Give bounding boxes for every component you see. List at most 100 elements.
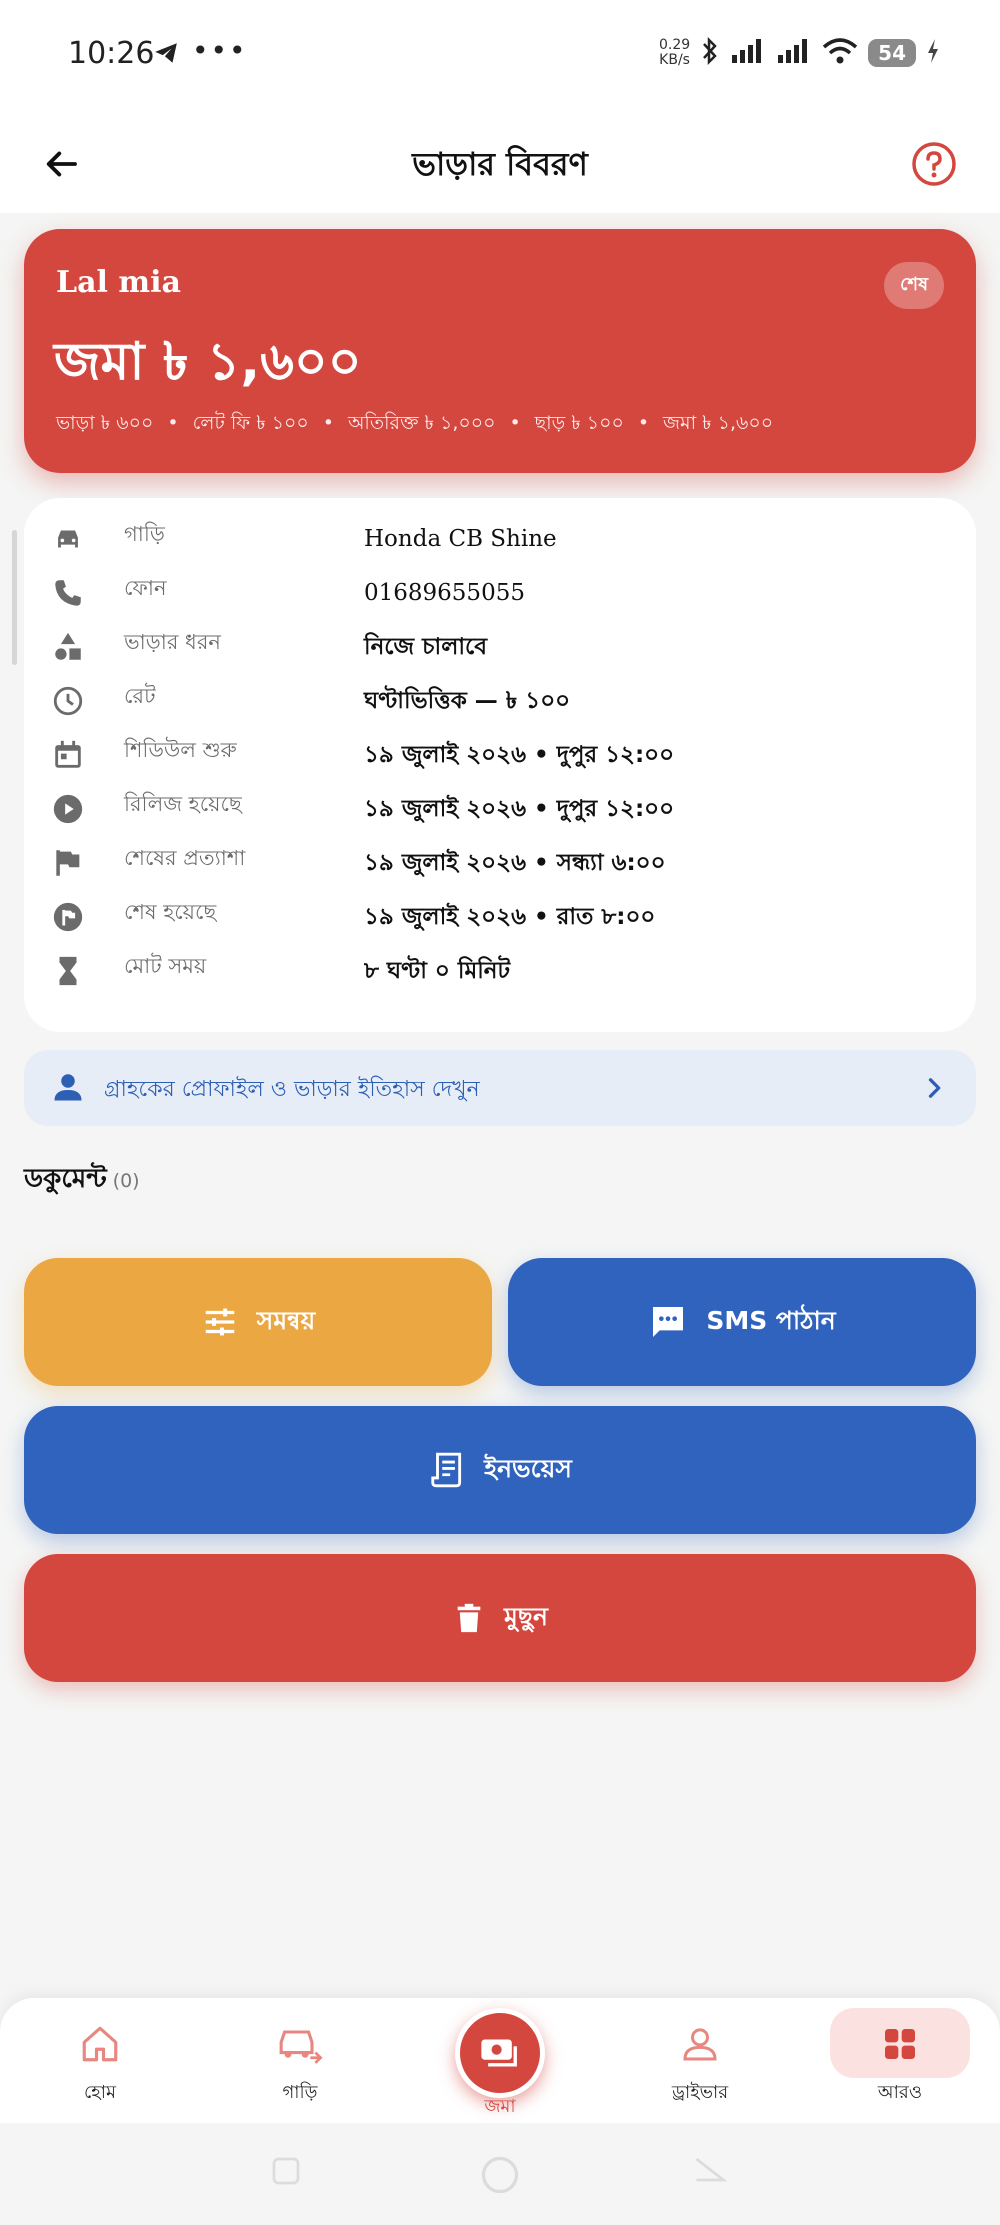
chevron-right-icon [920, 1074, 948, 1106]
detail-row-rental-type: ভাড়ার ধরন নিজে চালাবে [48, 620, 952, 674]
delete-button[interactable]: মুছুন [24, 1554, 976, 1682]
home-system-button[interactable] [478, 2153, 522, 2201]
rental-details-card: গাড়ি Honda CB Shine ফোন 01689655055 ভাড… [24, 498, 976, 1032]
detail-value[interactable]: 01689655055 [364, 580, 525, 606]
help-button[interactable] [910, 140, 958, 188]
detail-label: ফোন [124, 576, 167, 600]
nav-driver[interactable]: ড্রাইভার [630, 2016, 770, 2108]
hourglass-icon [48, 951, 88, 991]
detail-value: ১৯ জুলাই ২০২৬ • দুপুর ১২:০০ [364, 741, 675, 768]
detail-value: Honda CB Shine [364, 526, 557, 552]
nav-payment-button[interactable] [455, 2008, 545, 2098]
telegram-icon [152, 40, 180, 70]
nav-cars[interactable]: গাড়ি [230, 2016, 370, 2108]
page-title: ভাড়ার বিবরণ [412, 145, 588, 183]
recent-apps-button[interactable] [268, 2153, 304, 2193]
charging-icon [926, 38, 940, 68]
send-sms-button[interactable]: SMS পাঠান [508, 1258, 976, 1386]
breakdown-discount: ছাড় ৳ ১০০ [534, 412, 624, 434]
clock-icon [48, 681, 88, 721]
grid-icon [885, 2029, 915, 2059]
detail-row-vehicle: গাড়ি Honda CB Shine [48, 512, 952, 566]
rental-summary-card: Lal mia শেষ জমা ৳ ১,৬০০ ভাড়া ৳ ৬০০ • লেট … [24, 229, 976, 473]
person-icon [50, 1069, 86, 1109]
detail-value: ৮ ঘণ্টা ০ মিনিট [364, 957, 511, 984]
customer-profile-link[interactable]: গ্রাহকের প্রোফাইল ও ভাড়ার ইতিহাস দেখুন [24, 1050, 976, 1126]
detail-row-rate: রেট ঘণ্টাভিত্তিক — ৳ ১০০ [48, 674, 952, 728]
detail-label: শেষের প্রত্যাশা [124, 846, 246, 870]
breakdown-extra: অতিরিক্ত ৳ ১,০০০ [347, 412, 496, 434]
documents-heading: ডকুমেন্ট (0) [24, 1158, 140, 1202]
car-transfer-icon [279, 2030, 323, 2064]
total-amount: জমা ৳ ১,৬০০ [54, 332, 362, 392]
detail-value: ১৯ জুলাই ২০২৬ • রাত ৮:০০ [364, 903, 656, 930]
detail-row-ended: শেষ হয়েছে ১৯ জুলাই ২০২৬ • রাত ৮:০০ [48, 890, 952, 944]
flag-circle-icon [48, 897, 88, 937]
trash-icon [457, 1603, 481, 1633]
bluetooth-icon [700, 36, 720, 70]
nav-payment-label: জমা [484, 2096, 516, 2117]
send-sms-button-label: SMS পাঠান [706, 1305, 836, 1335]
signal-icon [730, 37, 766, 69]
detail-label: রেট [124, 684, 156, 708]
system-navigation-bar [0, 2123, 1000, 2225]
detail-row-expected-end: শেষের প্রত্যাশা ১৯ জুলাই ২০২৬ • সন্ধ্যা … [48, 836, 952, 890]
battery-icon: 54 [868, 39, 916, 67]
home-icon [82, 2026, 118, 2062]
detail-row-released: রিলিজ হয়েছে ১৯ জুলাই ২০২৬ • দুপুর ১২:০০ [48, 782, 952, 836]
wifi-icon [822, 37, 858, 69]
customer-name: Lal mia [56, 265, 181, 300]
adjust-button-label: সমন্বয় [256, 1305, 316, 1335]
invoice-button-label: ইনভয়েস [484, 1453, 572, 1483]
app-bar: ভাড়ার বিবরণ [0, 115, 1000, 213]
amount-breakdown: ভাড়া ৳ ৬০০ • লেট ফি ৳ ১০০ • অতিরিক্ত ৳ ১,০০… [56, 412, 774, 434]
detail-label: ভাড়ার ধরন [124, 630, 221, 654]
status-indicators: 0.29 KB/s 54 [659, 36, 940, 70]
scrollbar-thumb[interactable] [12, 530, 17, 665]
adjust-button[interactable]: সমন্বয় [24, 1258, 492, 1386]
detail-value: নিজে চালাবে [364, 633, 488, 660]
signal-icon-2 [776, 37, 812, 69]
phone-icon [48, 573, 88, 613]
detail-row-phone: ফোন 01689655055 [48, 566, 952, 620]
detail-value: ঘণ্টাভিত্তিক — ৳ ১০০ [364, 687, 571, 714]
nav-more[interactable]: আরও [830, 2016, 970, 2108]
customer-profile-link-label: গ্রাহকের প্রোফাইল ও ভাড়ার ইতিহাস দেখুন [104, 1077, 480, 1102]
detail-label: মোট সময় [124, 954, 207, 978]
person-outline-icon [683, 2028, 717, 2061]
car-icon [48, 519, 88, 559]
back-system-button[interactable] [692, 2153, 728, 2193]
help-icon [912, 142, 956, 186]
nav-more-label: আরও [877, 2082, 923, 2103]
detail-value: ১৯ জুলাই ২০২৬ • সন্ধ্যা ৬:০০ [364, 849, 666, 876]
more-notifications-icon: ••• [192, 34, 248, 67]
detail-label: শিডিউল শুরু [124, 738, 237, 762]
nav-cars-label: গাড়ি [282, 2082, 318, 2103]
play-circle-icon [48, 789, 88, 829]
calendar-icon [48, 735, 88, 775]
detail-label: শেষ হয়েছে [124, 900, 217, 924]
detail-value: ১৯ জুলাই ২০২৬ • দুপুর ১২:০০ [364, 795, 675, 822]
nav-home[interactable]: হোম [30, 2016, 170, 2108]
receipt-icon [431, 1452, 462, 1488]
detail-row-schedule-start: শিডিউল শুরু ১৯ জুলাই ২০২৬ • দুপুর ১২:০০ [48, 728, 952, 782]
detail-label: রিলিজ হয়েছে [124, 792, 242, 816]
chat-icon [653, 1307, 684, 1337]
flag-icon [48, 843, 88, 883]
invoice-button[interactable]: ইনভয়েস [24, 1406, 976, 1534]
network-speed: 0.29 KB/s [658, 37, 691, 68]
breakdown-late-fee: লেট ফি ৳ ১০০ [192, 412, 309, 434]
tune-icon [205, 1308, 235, 1336]
category-icon [48, 627, 88, 667]
delete-button-label: মুছুন [504, 1601, 548, 1631]
detail-label: গাড়ি [124, 522, 165, 546]
payments-icon [481, 2039, 517, 2067]
breakdown-paid: জমা ৳ ১,৬০০ [663, 412, 774, 434]
nav-driver-label: ড্রাইভার [671, 2082, 729, 2103]
nav-home-label: হোম [84, 2082, 116, 2103]
detail-row-total-time: মোট সময় ৮ ঘণ্টা ০ মিনিট [48, 944, 952, 998]
status-time: 10:26 [68, 36, 155, 71]
breakdown-rent: ভাড়া ৳ ৬০০ [56, 412, 154, 434]
status-bar: 10:26 ••• 0.29 KB/s 54 [0, 0, 1000, 115]
documents-count: (0) [112, 1170, 140, 1192]
